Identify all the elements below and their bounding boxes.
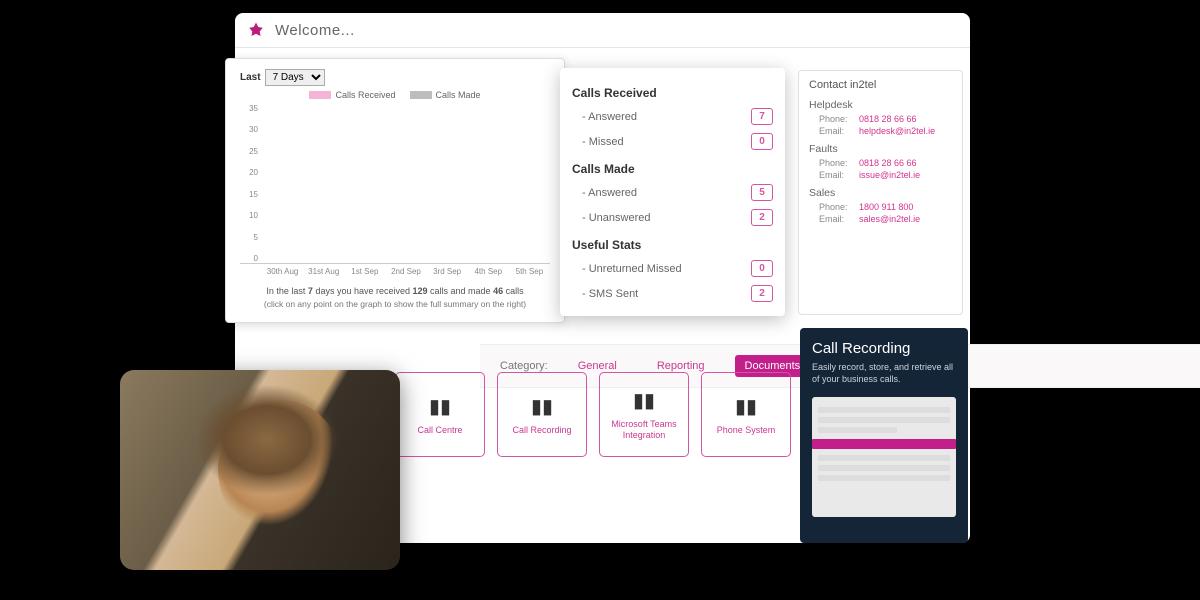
y-axis: 35302520151050 — [240, 104, 258, 263]
chart-hint: (click on any point on the graph to show… — [240, 298, 550, 312]
book-icon: ▮▮ — [735, 394, 757, 419]
x-axis: 30th Aug31st Aug1st Sep2nd Sep3rd Sep4th… — [262, 267, 550, 276]
promo-call-recording[interactable]: Call Recording Easily record, store, and… — [800, 328, 968, 543]
faults-email[interactable]: issue@in2tel.ie — [859, 170, 920, 180]
promo-screenshot — [812, 397, 956, 517]
doc-card-phone-system[interactable]: ▮▮Phone System — [701, 372, 791, 457]
doc-card-call-recording[interactable]: ▮▮Call Recording — [497, 372, 587, 457]
helpdesk-phone[interactable]: 0818 28 66 66 — [859, 114, 917, 124]
doc-card-call-centre[interactable]: ▮▮Call Centre — [395, 372, 485, 457]
badge-unreturned: 0 — [751, 260, 773, 277]
contact-faults-title: Faults — [809, 143, 952, 155]
faults-phone[interactable]: 0818 28 66 66 — [859, 158, 917, 168]
stat-sms: - SMS Sent2 — [572, 281, 773, 306]
category-label: Category: — [500, 360, 548, 372]
chart-legend: Calls Received Calls Made — [240, 90, 550, 100]
useful-stats-heading: Useful Stats — [572, 238, 773, 252]
document-cards-row: ▮▮Call Centre ▮▮Call Recording ▮▮Microso… — [395, 372, 791, 457]
range-select[interactable]: 7 Days — [265, 69, 325, 86]
chart-plot-area[interactable]: 35302520151050 — [240, 104, 550, 264]
promo-body: Easily record, store, and retrieve all o… — [812, 362, 956, 385]
contact-helpdesk-title: Helpdesk — [809, 99, 952, 111]
range-label: Last — [240, 72, 261, 83]
stat-answered-received: - Answered7 — [572, 104, 773, 129]
calls-chart-panel: Last 7 Days Calls Received Calls Made 35… — [225, 58, 565, 323]
contact-sales-title: Sales — [809, 187, 952, 199]
badge-unanswered: 2 — [751, 209, 773, 226]
calls-made-heading: Calls Made — [572, 162, 773, 176]
stat-answered-made: - Answered5 — [572, 180, 773, 205]
titlebar: Welcome... — [235, 13, 970, 48]
contact-card: Contact in2tel Helpdesk Phone:0818 28 66… — [798, 70, 963, 315]
badge-missed: 0 — [751, 133, 773, 150]
contact-heading: Contact in2tel — [809, 79, 952, 91]
chart-summary-text: In the last 7 days you have received 129… — [240, 284, 550, 312]
agent-photo — [120, 370, 400, 570]
book-icon: ▮▮ — [429, 394, 451, 419]
badge-sms: 2 — [751, 285, 773, 302]
helpdesk-email[interactable]: helpdesk@in2tel.ie — [859, 126, 935, 136]
stat-unreturned: - Unreturned Missed0 — [572, 256, 773, 281]
calls-received-heading: Calls Received — [572, 86, 773, 100]
badge-answered-received: 7 — [751, 108, 773, 125]
book-icon: ▮▮ — [633, 388, 655, 413]
book-icon: ▮▮ — [531, 394, 553, 419]
stat-missed: - Missed0 — [572, 129, 773, 154]
sales-email[interactable]: sales@in2tel.ie — [859, 214, 920, 224]
stat-unanswered: - Unanswered2 — [572, 205, 773, 230]
stats-summary-card: Calls Received - Answered7 - Missed0 Cal… — [560, 68, 785, 316]
window-title: Welcome... — [275, 22, 355, 39]
legend-swatch-made — [410, 91, 432, 99]
promo-title: Call Recording — [812, 340, 956, 357]
doc-card-teams-integration[interactable]: ▮▮Microsoft Teams Integration — [599, 372, 689, 457]
sales-phone[interactable]: 1800 911 800 — [859, 202, 913, 212]
brand-logo-icon — [247, 21, 265, 39]
legend-swatch-received — [309, 91, 331, 99]
badge-answered-made: 5 — [751, 184, 773, 201]
